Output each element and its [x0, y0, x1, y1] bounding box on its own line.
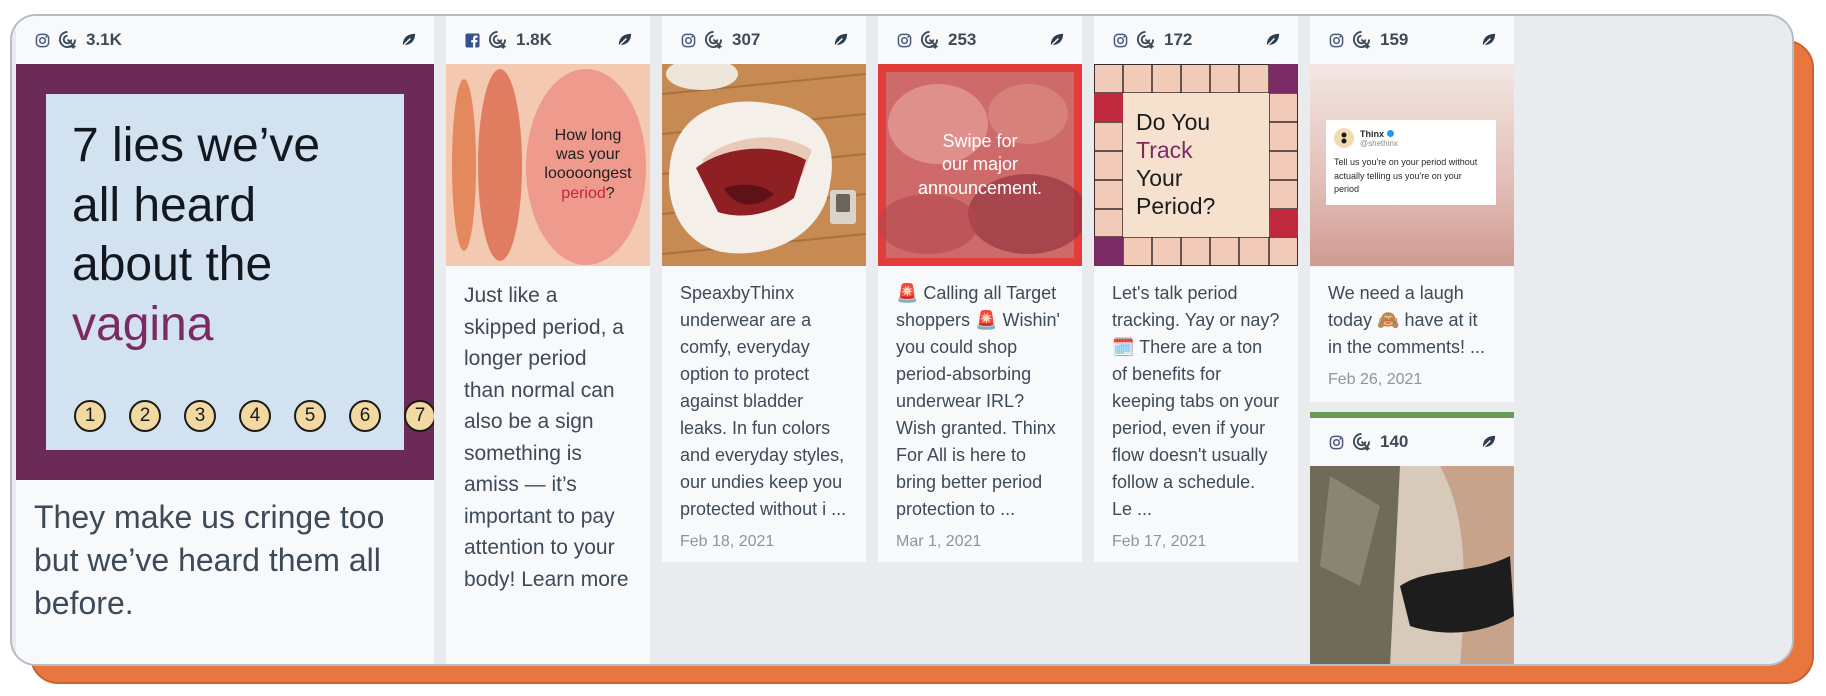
tweet-card: Thinx @shethinx Tell us you're on your p… [1326, 120, 1496, 205]
instagram-icon [1328, 32, 1344, 48]
post-caption: We need a laugh today 🙈 have at it in th… [1328, 283, 1486, 357]
engagement-count: 172 [1164, 30, 1193, 49]
post-card-3[interactable]: 307 SpeaxbyThinx underwear are a comfy, … [662, 16, 866, 562]
post-image[interactable]: Do You Track Your Period? [1094, 64, 1298, 266]
post-image[interactable]: Thinx @shethinx Tell us you're on your p… [1310, 64, 1514, 266]
post-caption: Let's talk period tracking. Yay or nay? … [1112, 283, 1285, 519]
engagement-icon [1136, 30, 1156, 50]
post-image[interactable] [1310, 466, 1514, 664]
engagement-icon [704, 30, 724, 50]
post-image[interactable]: 7 lies we’ve all heard about the vagina … [16, 64, 434, 480]
number-badge: 1 [74, 400, 106, 432]
number-badge: 5 [294, 400, 326, 432]
post-image[interactable] [662, 64, 866, 266]
card-header: 140 [1310, 418, 1514, 466]
number-badge: 2 [129, 400, 161, 432]
post-image[interactable]: How long was your looooongest period? [446, 64, 650, 266]
post-card-2[interactable]: 1.8K How long was your looooongest perio… [446, 16, 650, 664]
number-badge: 4 [239, 400, 271, 432]
leaf-icon [400, 31, 418, 49]
card-header: 3.1K [16, 16, 434, 64]
post-card-1[interactable]: 3.1K 7 lies we’ve all heard about the va… [16, 16, 434, 664]
engagement-icon [488, 30, 508, 50]
post-card-7[interactable]: 140 [1310, 412, 1514, 664]
engagement-count: 3.1K [86, 30, 122, 49]
number-badge: 6 [349, 400, 381, 432]
instagram-icon [680, 32, 696, 48]
leaf-icon [1048, 31, 1066, 49]
post-card-5[interactable]: 172 Do You Track Your Period? Let's talk… [1094, 16, 1298, 562]
post-caption: 🚨 Calling all Target shoppers 🚨 Wishin' … [896, 283, 1065, 519]
card-header: 172 [1094, 16, 1298, 64]
instagram-icon [896, 32, 912, 48]
post-caption: SpeaxbyThinx underwear are a comfy, ever… [680, 283, 850, 519]
number-badge: 7 [404, 400, 434, 432]
leaf-icon [1480, 31, 1498, 49]
leaf-icon [616, 31, 634, 49]
card-header: 1.8K [446, 16, 650, 64]
image-question: How long was your looooongest period? [544, 127, 632, 202]
engagement-count: 307 [732, 30, 761, 49]
verified-icon [1386, 129, 1394, 137]
engagement-icon [1352, 30, 1372, 50]
engagement-icon [58, 30, 78, 50]
image-announcement: Swipe for our major announcement. [917, 131, 1043, 198]
engagement-count: 159 [1380, 30, 1409, 49]
image-headline: 7 lies we’ve all heard about the vagina [72, 119, 321, 351]
card-header: 159 [1310, 16, 1514, 64]
post-image[interactable]: Swipe for our major announcement. [878, 64, 1082, 266]
number-badge: 3 [184, 400, 216, 432]
card-header: 253 [878, 16, 1082, 64]
number-list: 1 2 3 4 5 6 7 [74, 400, 434, 432]
post-card-6[interactable]: 159 Thinx @shethinx Tell us you're on yo… [1310, 16, 1514, 402]
engagement-icon [1352, 432, 1372, 452]
post-card-4[interactable]: 253 Swipe for our major announcement. 🚨 … [878, 16, 1082, 562]
engagement-count: 1.8K [516, 30, 552, 49]
facebook-icon [464, 32, 480, 48]
leaf-icon [1264, 31, 1282, 49]
tweet-text: Tell us you're on your period without ac… [1334, 157, 1478, 194]
engagement-count: 253 [948, 30, 977, 49]
instagram-icon [1328, 434, 1344, 450]
post-caption: Just like a skipped period, a longer per… [464, 284, 630, 591]
card-header: 307 [662, 16, 866, 64]
post-grid: 3.1K 7 lies we’ve all heard about the va… [10, 14, 1794, 666]
post-caption: They make us cringe too but we’ve heard … [34, 499, 385, 621]
post-date: Feb 18, 2021 [680, 533, 775, 550]
right-rail [1526, 16, 1792, 664]
engagement-count: 140 [1380, 432, 1409, 451]
post-date: Feb 17, 2021 [1112, 533, 1207, 550]
instagram-icon [1112, 32, 1128, 48]
tweet-name: Thinx [1360, 128, 1384, 139]
image-headline: Do You Track Your Period? [1136, 109, 1216, 220]
instagram-icon [34, 32, 50, 48]
post-date: Mar 1, 2021 [896, 533, 982, 550]
engagement-icon [920, 30, 940, 50]
avatar [1334, 128, 1354, 148]
tweet-handle: @shethinx [1360, 138, 1398, 148]
leaf-icon [1480, 433, 1498, 451]
leaf-icon [832, 31, 850, 49]
post-date: Feb 26, 2021 [1328, 371, 1423, 388]
